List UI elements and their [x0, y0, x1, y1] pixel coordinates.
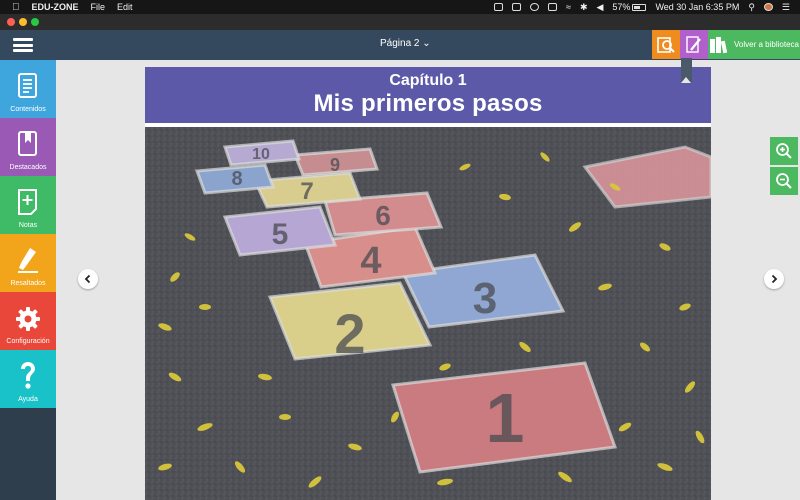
volume-icon[interactable]: ◀ [597, 2, 604, 13]
display-icon[interactable] [512, 3, 521, 11]
hopscotch-number-1: 1 [486, 379, 525, 457]
next-page-button[interactable] [764, 269, 784, 289]
zoom-window-button[interactable] [31, 18, 39, 26]
battery-icon [632, 3, 647, 11]
bluetooth-icon[interactable]: ✱ [580, 2, 588, 13]
system-menubar:  EDU-ZONE File Edit ≈ ✱ ◀ 57% Wed 30 Ja… [0, 0, 800, 14]
library-label: Volver a biblioteca [734, 40, 799, 49]
question-icon [21, 362, 35, 389]
zoom-out-button[interactable] [770, 167, 798, 195]
apple-icon[interactable]:  [12, 2, 20, 13]
window-titlebar [0, 14, 800, 30]
app-menu[interactable]: EDU-ZONE [32, 2, 79, 12]
book-page: Capítulo 1 Mis primeros pasos 1 2 3 4 5 … [145, 67, 711, 500]
search-page-icon [657, 36, 675, 53]
sidebar-item-label: Ayuda [18, 396, 38, 403]
chevron-right-icon [771, 274, 778, 284]
previous-page-button[interactable] [78, 269, 98, 289]
notification-center-icon[interactable]: ☰ [782, 2, 790, 13]
zoom-in-icon [776, 143, 792, 159]
highlighter-icon [18, 248, 38, 273]
menu-icon[interactable] [13, 38, 33, 52]
chapter-header: Capítulo 1 Mis primeros pasos [145, 67, 711, 123]
minimize-window-button[interactable] [19, 18, 27, 26]
hopscotch-number-2: 2 [334, 302, 365, 365]
zoom-out-icon [776, 173, 792, 189]
bookmark-icon [18, 131, 37, 156]
lock-icon[interactable] [530, 3, 539, 11]
hopscotch-number-5: 5 [272, 218, 289, 251]
sidebar-item-resaltados[interactable]: Resaltados [0, 234, 56, 292]
battery-indicator[interactable]: 57% [612, 2, 647, 12]
bookmark-ribbon[interactable] [681, 58, 692, 83]
sidebar-item-contenidos[interactable]: Contenidos [0, 60, 56, 118]
page-selector[interactable]: Página 2 ⌄ [380, 38, 431, 49]
hopscotch-number-4: 4 [360, 240, 381, 282]
wifi-icon[interactable]: ≈ [566, 2, 571, 12]
siri-icon[interactable] [763, 3, 773, 11]
hopscotch-photo: 1 2 3 4 5 6 7 8 9 10 [145, 127, 711, 500]
screen-share-icon[interactable] [494, 3, 503, 11]
battery-percent: 57% [612, 2, 631, 12]
annotate-button[interactable] [680, 30, 708, 59]
hopscotch-number-8: 8 [231, 168, 242, 190]
file-menu[interactable]: File [91, 2, 106, 12]
chevron-down-icon: ⌄ [419, 38, 431, 49]
chapter-label: Capítulo 1 [389, 72, 467, 89]
pencil-note-icon [686, 35, 701, 53]
search-button[interactable] [652, 30, 680, 59]
sidebar-item-destacados[interactable]: Destacados [0, 118, 56, 176]
chapter-title: Mis primeros pasos [313, 90, 543, 117]
sidebar-item-configuracion[interactable]: Configuración [0, 292, 56, 350]
close-window-button[interactable] [7, 18, 15, 26]
sidebar: Contenidos Destacados Notas Resaltados C… [0, 60, 56, 500]
sidebar-item-label: Configuración [6, 338, 50, 345]
book-viewer: Capítulo 1 Mis primeros pasos 1 2 3 4 5 … [56, 60, 800, 500]
page-label: Página 2 [380, 38, 420, 49]
back-to-library-button[interactable]: Volver a biblioteca [708, 30, 800, 59]
hopscotch-number-9: 9 [330, 155, 340, 175]
hopscotch-number-3: 3 [473, 274, 497, 323]
hopscotch-number-7: 7 [300, 178, 313, 205]
sidebar-item-label: Notas [18, 222, 38, 229]
books-icon [710, 36, 728, 53]
contents-icon [18, 73, 37, 98]
sidebar-item-notas[interactable]: Notas [0, 176, 56, 234]
hopscotch-number-6: 6 [375, 200, 391, 231]
add-note-icon [18, 189, 37, 215]
zoom-in-button[interactable] [770, 137, 798, 165]
sidebar-item-label: Destacados [9, 164, 47, 171]
sidebar-item-ayuda[interactable]: Ayuda [0, 350, 56, 408]
sidebar-item-label: Resaltados [10, 280, 46, 287]
clock[interactable]: Wed 30 Jan 6:35 PM [655, 2, 739, 12]
chevron-left-icon [84, 274, 91, 284]
edit-menu[interactable]: Edit [117, 2, 133, 12]
hopscotch-number-10: 10 [252, 146, 270, 163]
s-app-icon[interactable] [548, 3, 557, 11]
gear-icon [16, 307, 40, 331]
sidebar-item-label: Contenidos [10, 106, 46, 113]
spotlight-icon[interactable]: ⚲ [748, 2, 755, 13]
